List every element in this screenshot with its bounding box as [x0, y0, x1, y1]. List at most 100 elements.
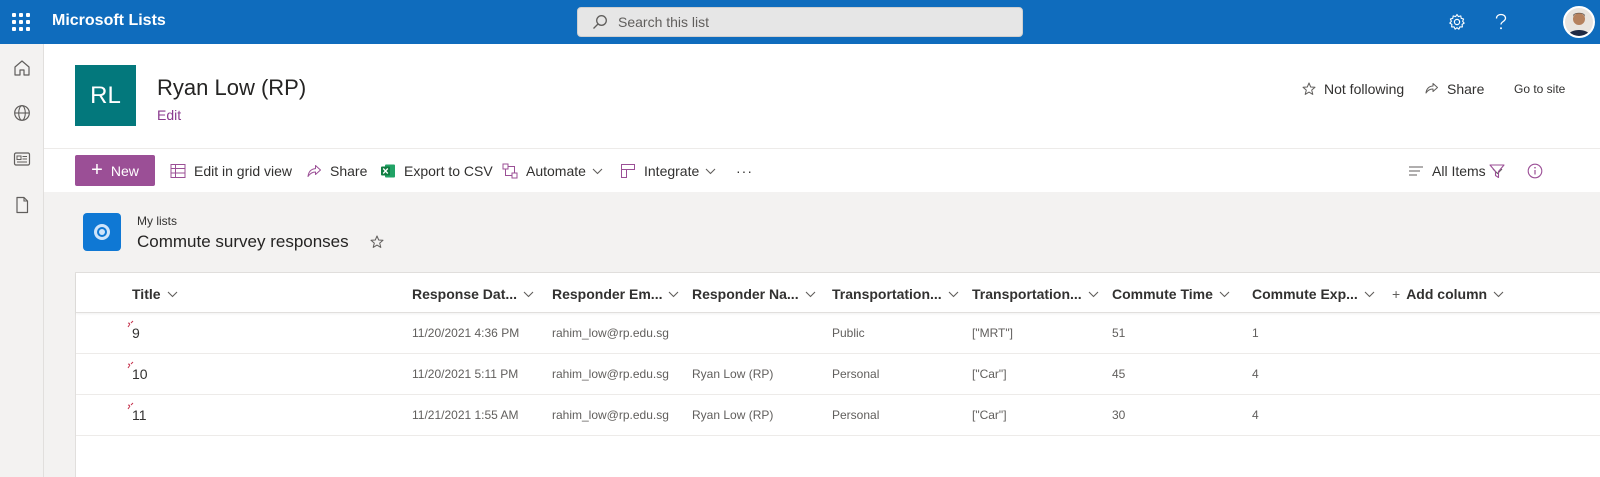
chevron-down-icon — [523, 291, 534, 297]
export-csv-label: Export to CSV — [404, 163, 493, 179]
cell-responder-email: rahim_low@rp.edu.sg — [552, 408, 669, 422]
news-icon[interactable] — [11, 148, 33, 170]
gear-icon[interactable] — [1446, 11, 1468, 33]
column-header-commute-time[interactable]: Commute Time — [1112, 284, 1230, 304]
plus-icon: + — [91, 158, 103, 181]
site-edit-link[interactable]: Edit — [157, 107, 181, 123]
export-csv-button[interactable]: Export to CSV — [380, 160, 493, 182]
share-button[interactable]: Share — [306, 160, 367, 182]
avatar[interactable] — [1563, 6, 1595, 38]
help-icon[interactable] — [1490, 11, 1512, 33]
info-icon[interactable] — [1527, 160, 1551, 182]
chevron-down-icon — [948, 291, 959, 297]
chevron-down-icon — [805, 291, 815, 297]
left-rail — [0, 44, 44, 477]
column-header-responder-email[interactable]: Responder Em... — [552, 284, 679, 304]
more-options-button[interactable]: ··· — [736, 160, 753, 182]
search-icon — [593, 15, 607, 29]
list-icon — [83, 213, 121, 251]
column-header-title[interactable]: Title — [132, 284, 178, 304]
excel-icon — [381, 164, 395, 178]
column-header-responder-name[interactable]: Responder Na... — [692, 284, 816, 304]
cell-commute-time: 51 — [1112, 326, 1126, 340]
cell-response-date: 11/20/2021 5:11 PM — [412, 367, 519, 381]
breadcrumb[interactable]: My lists — [137, 214, 177, 228]
view-label: All Items — [1432, 163, 1486, 179]
column-header-transportation-type[interactable]: Transportation... — [972, 284, 1099, 304]
cell-commute-experience: 4 — [1252, 367, 1259, 381]
table-header: Title Response Dat... Responder Em... Re… — [76, 273, 1600, 313]
home-icon[interactable] — [11, 57, 33, 79]
chevron-down-icon — [1364, 291, 1375, 297]
app-title[interactable]: Microsoft Lists — [52, 12, 166, 30]
share-icon — [1425, 83, 1438, 94]
cell-responder-email: rahim_low@rp.edu.sg — [552, 326, 669, 340]
chevron-down-icon — [592, 168, 603, 174]
star-icon — [1302, 82, 1316, 95]
column-header-transportation-mode[interactable]: Transportation... — [832, 284, 959, 304]
go-to-site-label: Go to site — [1514, 82, 1566, 96]
follow-label: Not following — [1324, 81, 1405, 97]
share-label: Share — [330, 163, 368, 179]
column-header-response-date[interactable]: Response Dat... — [412, 284, 534, 304]
go-to-site-link[interactable]: Go to site — [1514, 82, 1565, 96]
new-label: New — [110, 162, 139, 179]
integrate-button[interactable]: Integrate — [620, 160, 716, 182]
command-bar: + New Edit in grid view Share Export to … — [44, 148, 1600, 192]
search-input[interactable] — [618, 14, 998, 30]
site-title: Ryan Low (RP) — [157, 75, 307, 100]
cell-response-date: 11/21/2021 1:55 AM — [412, 408, 519, 422]
site-share-button[interactable]: Share — [1424, 81, 1484, 97]
view-list-icon — [1409, 166, 1423, 176]
share-icon — [307, 164, 321, 177]
list-table: Title Response Dat... Responder Em... Re… — [75, 272, 1600, 477]
table-row[interactable]: 11 11/21/2021 1:55 AM rahim_low@rp.edu.s… — [76, 395, 1600, 436]
site-logo[interactable]: RL — [75, 65, 136, 126]
plus-icon: + — [1392, 286, 1401, 302]
search-box[interactable] — [577, 7, 1023, 37]
column-header-commute-experience[interactable]: Commute Exp... — [1252, 284, 1375, 304]
chevron-down-icon — [167, 291, 177, 297]
automate-button[interactable]: Automate — [502, 160, 603, 182]
cell-response-date: 11/20/2021 4:36 PM — [412, 326, 520, 340]
chevron-down-icon — [1493, 291, 1504, 297]
table-row[interactable]: 9 11/20/2021 4:36 PM rahim_low@rp.edu.sg… — [76, 313, 1600, 354]
cell-commute-time: 45 — [1112, 367, 1126, 381]
add-column-button[interactable]: + Add column — [1392, 284, 1504, 304]
automate-label: Automate — [526, 163, 586, 179]
cell-responder-name: Ryan Low (RP) — [692, 408, 774, 422]
chevron-down-icon — [705, 168, 716, 174]
integrate-label: Integrate — [644, 163, 700, 179]
globe-icon[interactable] — [11, 102, 33, 124]
cell-commute-time: 30 — [1112, 408, 1126, 422]
cell-commute-experience: 1 — [1252, 326, 1259, 340]
edit-grid-view-label: Edit in grid view — [194, 163, 293, 179]
cell-title[interactable]: 9 — [132, 325, 140, 341]
integrate-icon — [621, 164, 635, 178]
app-bar: Microsoft Lists — [0, 0, 1600, 44]
cell-transportation-mode: Personal — [832, 408, 880, 422]
filter-icon[interactable] — [1489, 160, 1513, 182]
chevron-down-icon — [669, 291, 679, 297]
cell-title[interactable]: 10 — [132, 366, 148, 382]
cell-responder-name: Ryan Low (RP) — [692, 367, 774, 381]
chevron-down-icon — [1088, 291, 1099, 297]
favorite-star-icon[interactable] — [370, 235, 384, 254]
table-row[interactable]: 10 11/20/2021 5:11 PM rahim_low@rp.edu.s… — [76, 354, 1600, 395]
more-options-label: ··· — [736, 163, 753, 179]
chevron-down-icon — [1219, 291, 1230, 297]
cell-transportation-mode: Public — [832, 326, 865, 340]
automate-icon — [502, 163, 518, 179]
edit-grid-view-button[interactable]: Edit in grid view — [170, 160, 292, 182]
follow-button[interactable]: Not following — [1302, 81, 1404, 97]
cell-title[interactable]: 11 — [132, 407, 147, 423]
new-button[interactable]: + New — [75, 155, 155, 186]
cell-transportation-type: ["Car"] — [972, 367, 1007, 381]
cell-transportation-type: ["MRT"] — [972, 326, 1013, 340]
list-title: Commute survey responses — [137, 232, 349, 251]
document-icon[interactable] — [11, 194, 33, 216]
site-share-label: Share — [1447, 81, 1485, 97]
cell-transportation-type: ["Car"] — [972, 408, 1007, 422]
app-launcher-icon[interactable] — [10, 11, 32, 33]
cell-transportation-mode: Personal — [832, 367, 880, 381]
